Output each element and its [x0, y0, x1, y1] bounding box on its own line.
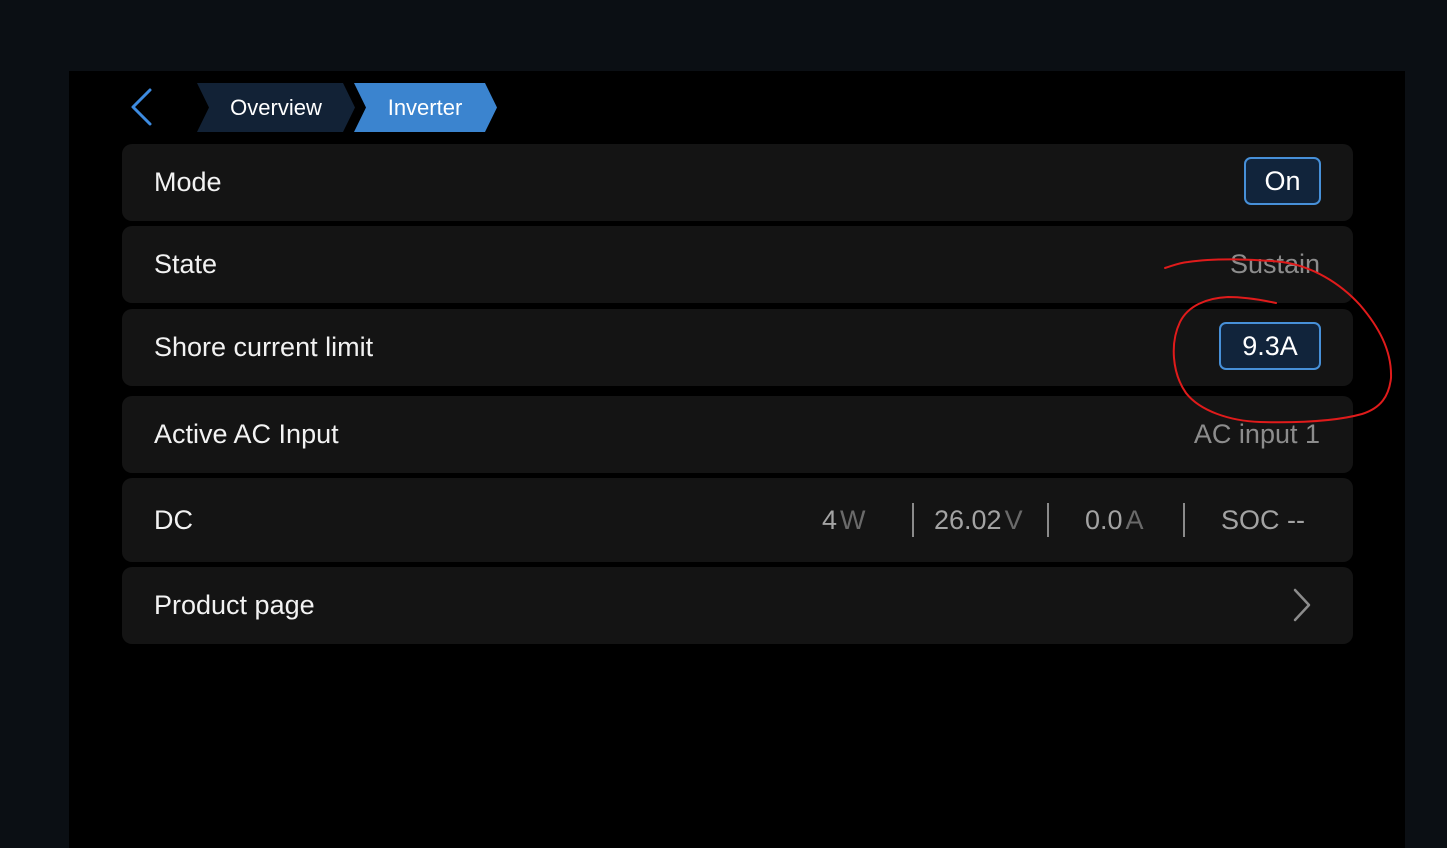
divider [1047, 503, 1049, 537]
dc-voltage-value: 26.02 [934, 504, 1002, 535]
active-ac-input-value: AC input 1 [1193, 419, 1320, 449]
divider [1183, 503, 1185, 537]
list-item-state: State Sustain [122, 226, 1353, 303]
dc-current: 0.0 A [1085, 478, 1144, 562]
mode-button[interactable]: On [1244, 157, 1321, 205]
list-item-active-ac-input: Active AC Input AC input 1 [122, 396, 1353, 473]
dc-power: 4W [822, 478, 866, 562]
list-item-dc: DC 4W 26.02 V 0.0 A SOC -- [122, 478, 1353, 562]
dc-voltage-unit: V [1004, 504, 1023, 535]
dc-current-unit: A [1125, 504, 1144, 535]
chevron-left-icon [131, 88, 152, 126]
list-item-shore-current-limit[interactable]: Shore current limit 9.3A [122, 309, 1353, 386]
shore-current-limit-button[interactable]: 9.3A [1219, 322, 1321, 370]
list-item-product-page[interactable]: Product page [122, 567, 1353, 644]
breadcrumb-item-inverter[interactable]: Inverter [354, 83, 497, 132]
product-page-label: Product page [154, 590, 315, 620]
dc-voltage: 26.02 V [934, 478, 1023, 562]
state-label: State [154, 249, 218, 279]
shore-current-limit-label: Shore current limit [154, 332, 374, 362]
chevron-right-icon [1293, 588, 1311, 622]
dc-power-unit: W [840, 504, 866, 535]
dc-current-value: 0.0 [1085, 504, 1123, 535]
breadcrumb-label: Inverter [387, 95, 463, 120]
dc-values: 4W 26.02 V 0.0 A SOC -- [122, 478, 1353, 562]
breadcrumb-item-overview[interactable]: Overview [197, 83, 355, 132]
divider [912, 503, 914, 537]
breadcrumb-label: Overview [230, 95, 322, 120]
dc-power-value: 4 [822, 504, 838, 535]
mode-label: Mode [154, 167, 222, 197]
state-value: Sustain [1229, 249, 1320, 279]
list-item-mode[interactable]: Mode On [122, 144, 1353, 221]
active-ac-input-label: Active AC Input [154, 419, 339, 449]
dc-soc: SOC -- [1221, 504, 1305, 535]
back-button[interactable] [124, 86, 160, 128]
